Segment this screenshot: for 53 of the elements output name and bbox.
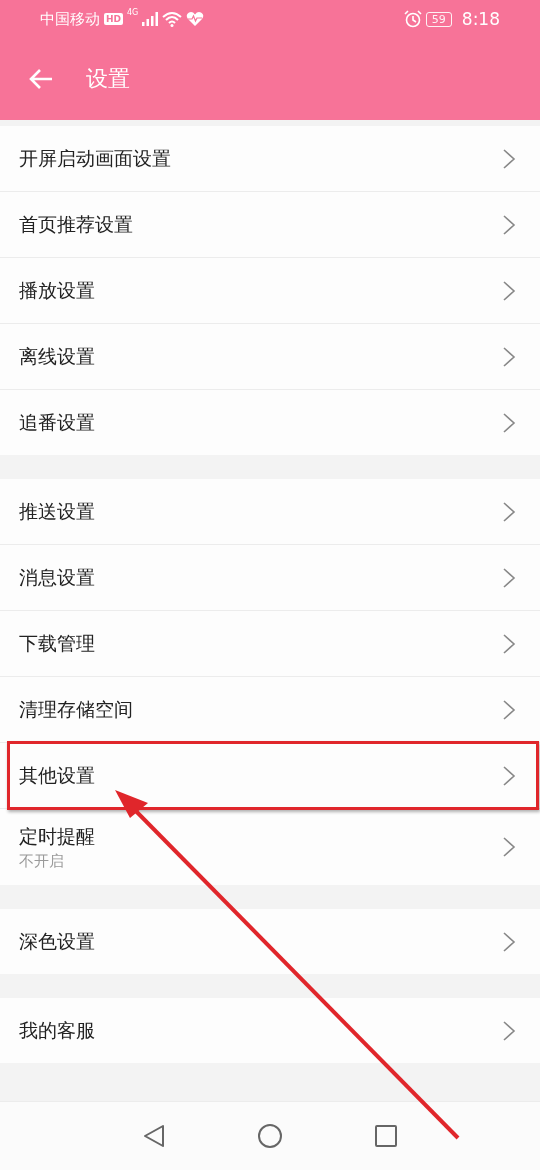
signal-icon — [142, 12, 159, 26]
settings-row[interactable]: 首页推荐设置 — [0, 192, 540, 258]
settings-row[interactable]: 定时提醒 不开启 — [0, 809, 540, 885]
row-label: 定时提醒 — [19, 823, 96, 849]
chevron-right-icon — [502, 764, 516, 787]
clock-time: 8:18 — [461, 9, 500, 29]
row-label: 其他设置 — [19, 762, 96, 788]
row-label: 深色设置 — [19, 928, 96, 954]
settings-row[interactable]: 其他设置 — [0, 743, 540, 809]
chevron-right-icon — [502, 930, 516, 953]
chevron-right-icon — [502, 147, 516, 170]
settings-row[interactable]: 清理存储空间 — [0, 677, 540, 743]
chevron-right-icon — [502, 836, 516, 858]
row-label: 首页推荐设置 — [19, 211, 134, 237]
settings-row[interactable]: 下载管理 — [0, 611, 540, 677]
alarm-icon — [403, 10, 422, 28]
row-label: 消息设置 — [19, 564, 96, 590]
chevron-right-icon — [502, 411, 516, 434]
battery-icon: 59 — [425, 11, 452, 27]
settings-row[interactable]: 离线设置 — [0, 324, 540, 390]
page-title: 设置 — [86, 65, 130, 93]
network-label: 4G — [127, 8, 139, 17]
settings-row[interactable]: 我的客服 — [0, 998, 540, 1063]
row-label: 播放设置 — [19, 277, 96, 303]
row-label: 开屏启动画面设置 — [19, 145, 172, 171]
carrier-label: 中国移动 — [40, 9, 100, 29]
settings-row[interactable]: 推送设置 — [0, 479, 540, 545]
row-label: 追番设置 — [19, 409, 96, 435]
wifi-icon — [162, 11, 183, 27]
settings-row[interactable]: 深色设置 — [0, 909, 540, 974]
heart-icon — [186, 11, 205, 27]
home-icon[interactable] — [257, 1123, 283, 1149]
row-subtitle: 不开启 — [19, 851, 65, 871]
row-label: 离线设置 — [19, 343, 96, 369]
settings-row[interactable]: 播放设置 — [0, 258, 540, 324]
settings-row[interactable]: 开屏启动画面设置 — [0, 126, 540, 192]
chevron-right-icon — [502, 1019, 516, 1042]
row-label: 清理存储空间 — [19, 696, 134, 722]
row-label: 推送设置 — [19, 498, 96, 524]
chevron-right-icon — [502, 345, 516, 368]
recents-icon[interactable] — [373, 1123, 399, 1149]
chevron-right-icon — [502, 698, 516, 721]
chevron-right-icon — [502, 213, 516, 236]
row-label: 我的客服 — [19, 1017, 96, 1043]
chevron-right-icon — [502, 500, 516, 523]
settings-row[interactable]: 消息设置 — [0, 545, 540, 611]
row-label: 下载管理 — [19, 630, 96, 656]
hd-badge: HD — [104, 13, 123, 25]
back-icon[interactable] — [141, 1123, 167, 1149]
chevron-right-icon — [502, 279, 516, 302]
chevron-right-icon — [502, 566, 516, 589]
chevron-right-icon — [502, 632, 516, 655]
settings-row[interactable]: 追番设置 — [0, 390, 540, 455]
